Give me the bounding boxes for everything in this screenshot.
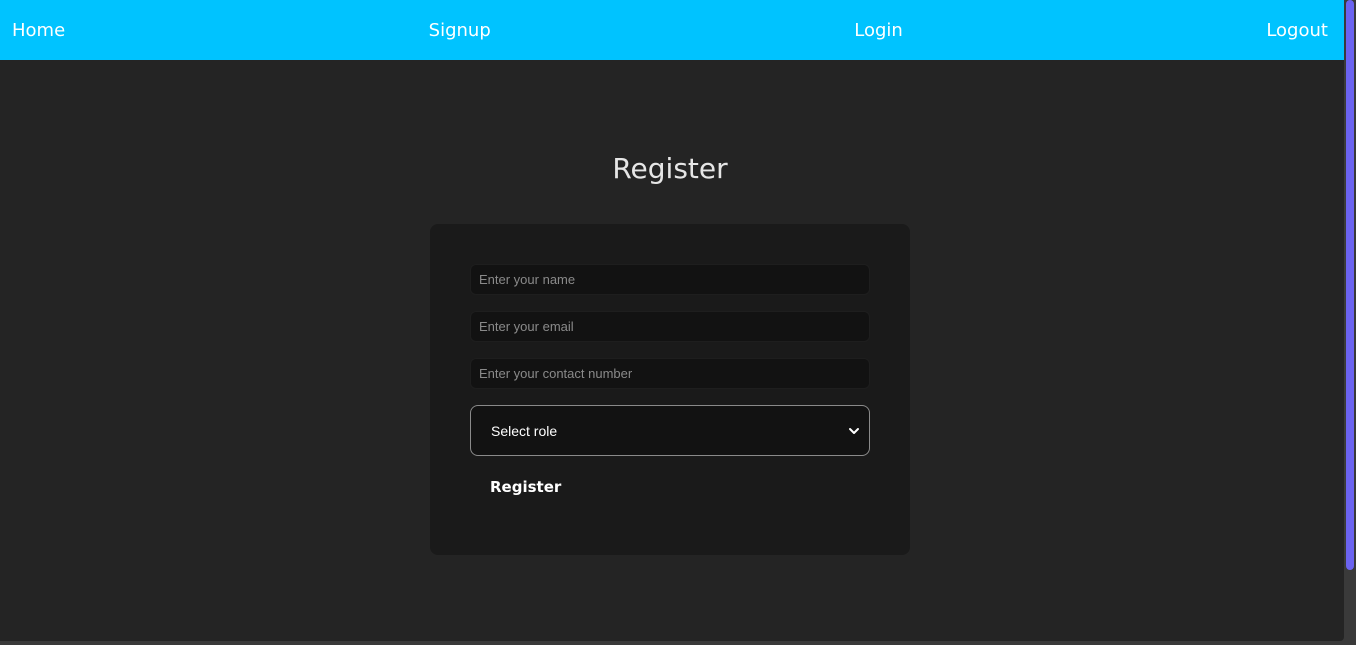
page-title: Register (612, 152, 728, 185)
name-input[interactable] (470, 264, 870, 295)
register-button[interactable]: Register (470, 472, 581, 502)
register-form-card: Select role Register (430, 224, 910, 555)
nav-home-link[interactable]: Home (12, 20, 65, 41)
role-select[interactable]: Select role (470, 405, 870, 456)
email-input[interactable] (470, 311, 870, 342)
role-select-wrapper: Select role (470, 405, 870, 456)
page-viewport: Home Signup Login Logout Register Select… (0, 0, 1344, 641)
scrollbar-thumb[interactable] (1346, 0, 1354, 570)
contact-number-input[interactable] (470, 358, 870, 389)
nav-signup-link[interactable]: Signup (429, 20, 491, 41)
role-select-value: Select role (491, 422, 558, 439)
chevron-down-icon (847, 424, 861, 438)
top-navbar: Home Signup Login Logout (0, 0, 1344, 60)
nav-logout-link[interactable]: Logout (1266, 20, 1328, 41)
nav-login-link[interactable]: Login (854, 20, 903, 41)
